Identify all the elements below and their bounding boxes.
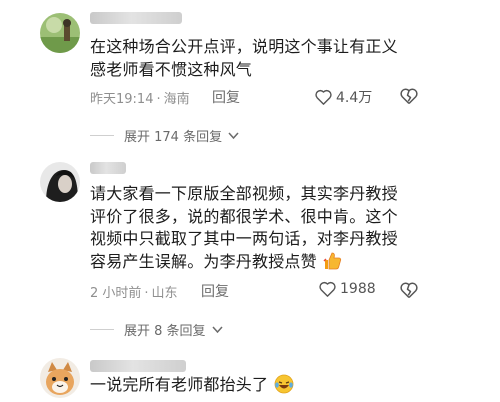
like-count: 4.4万 bbox=[336, 90, 373, 106]
username-redacted[interactable] bbox=[90, 162, 126, 174]
expand-replies-label: 展开 8 条回复 bbox=[124, 324, 206, 339]
comment-line: 视频中只截取了其中一两句话，对李丹教授 bbox=[90, 229, 398, 248]
username-redacted[interactable] bbox=[90, 12, 182, 24]
comment-2: 请大家看一下原版全部视频，其实李丹教授 评价了很多，说的都很学术、很中肯。这个 … bbox=[0, 150, 500, 350]
thumbs-up-emoji bbox=[323, 252, 342, 269]
username-redacted[interactable] bbox=[90, 360, 186, 372]
comment-line: 容易产生误解。为李丹教授点赞 bbox=[90, 251, 317, 271]
avatar[interactable] bbox=[40, 162, 80, 202]
heart-outline-icon bbox=[315, 89, 332, 105]
divider-line bbox=[90, 329, 114, 330]
comment-line: 在这种场合公开点评，说明这个事让有正义 bbox=[90, 37, 398, 56]
comment-3: 一说完所有老师都抬头了 bbox=[0, 350, 500, 402]
expand-replies-label: 展开 174 条回复 bbox=[124, 130, 223, 145]
comment-line: 请大家看一下原版全部视频，其实李丹教授 bbox=[90, 184, 398, 203]
expand-replies-button[interactable]: 展开 8 条回复 bbox=[90, 320, 223, 339]
comment-location: 海南 bbox=[163, 92, 190, 107]
comment-line: 一说完所有老师都抬头了 bbox=[90, 375, 269, 394]
expand-replies-button[interactable]: 展开 174 条回复 bbox=[90, 126, 239, 145]
comment-time: 2 小时前 bbox=[90, 286, 142, 301]
laughing-tears-emoji bbox=[274, 374, 293, 394]
comment-meta: 2 小时前 · 山东 bbox=[90, 286, 178, 301]
comment-time: 昨天19:14 bbox=[90, 92, 154, 107]
like-button[interactable]: 1988 bbox=[319, 281, 376, 297]
comment-meta: 昨天19:14 · 海南 bbox=[90, 92, 190, 107]
avatar[interactable] bbox=[40, 358, 80, 398]
comment-text: 在这种场合公开点评，说明这个事让有正义 感老师看不惯这种风气 bbox=[90, 36, 398, 81]
comment-text: 请大家看一下原版全部视频，其实李丹教授 评价了很多，说的都很学术、很中肯。这个 … bbox=[90, 183, 398, 273]
comment-location: 山东 bbox=[151, 286, 178, 301]
comment-line: 感老师看不惯这种风气 bbox=[90, 59, 253, 79]
comment-1: 在这种场合公开点评，说明这个事让有正义 感老师看不惯这种风气 昨天19:14 · 海… bbox=[0, 0, 500, 150]
divider-line bbox=[90, 135, 114, 136]
reply-button[interactable]: 回复 bbox=[212, 87, 240, 107]
comment-text: 一说完所有老师都抬头了 bbox=[90, 374, 294, 397]
like-count: 1988 bbox=[340, 281, 376, 297]
broken-heart-icon[interactable] bbox=[400, 87, 418, 105]
reply-button[interactable]: 回复 bbox=[201, 281, 229, 301]
chevron-down-icon bbox=[211, 325, 223, 333]
chevron-down-icon bbox=[228, 131, 239, 139]
comment-line: 评价了很多，说的都很学术、很中肯。这个 bbox=[90, 206, 398, 226]
like-button[interactable]: 4.4万 bbox=[315, 87, 372, 107]
avatar[interactable] bbox=[40, 13, 80, 53]
broken-heart-icon[interactable] bbox=[400, 281, 418, 299]
heart-outline-icon bbox=[319, 281, 336, 297]
